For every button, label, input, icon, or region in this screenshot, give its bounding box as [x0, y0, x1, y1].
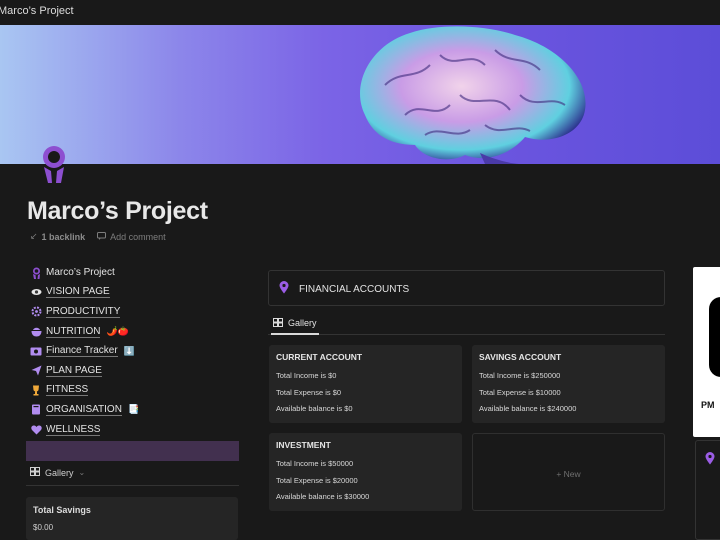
clock-widget[interactable]: PM	[693, 267, 720, 437]
nav-label: ORGANISATION	[46, 403, 122, 416]
nav-label: FITNESS	[46, 384, 89, 397]
trophy-icon	[30, 384, 42, 396]
person-head-icon	[30, 267, 42, 279]
account-card-current[interactable]: CURRENT ACCOUNT Total Income is $0 Total…	[269, 345, 462, 423]
nav-label: NUTRITION	[46, 325, 101, 338]
book-icon	[30, 404, 42, 416]
paper-plane-icon	[30, 365, 42, 377]
nav-item-productivity[interactable]: PRODUCTIVITY	[30, 302, 240, 322]
cover-image[interactable]	[0, 25, 720, 164]
total-savings-card[interactable]: Total Savings $0.00	[26, 497, 238, 540]
financial-accounts-title: FINANCIAL ACCOUNTS	[299, 284, 410, 295]
card-line: Available balance is $30000	[276, 492, 370, 501]
page-meta: ↙ 1 backlink Add comment	[30, 231, 166, 242]
new-card-button[interactable]: + New	[472, 433, 665, 511]
person-head-icon[interactable]	[36, 143, 72, 183]
comment-icon	[97, 231, 107, 242]
bowl-icon	[30, 326, 42, 338]
nav-item-plan-page[interactable]: PLAN PAGE	[30, 361, 240, 381]
savings-title: Total Savings	[33, 505, 91, 515]
new-card-label: + New	[473, 469, 664, 479]
nav-item-finance-tracker[interactable]: Finance Tracker ⬇️	[30, 341, 240, 361]
brain-image	[360, 26, 586, 164]
backlink-label: 1 backlink	[41, 231, 86, 242]
account-card-savings[interactable]: SAVINGS ACCOUNT Total Income is $250000 …	[472, 345, 665, 423]
card-title: INVESTMENT	[276, 440, 331, 450]
page-title[interactable]: Marco’s Project	[27, 197, 208, 226]
clock-digit-shape	[709, 297, 720, 377]
nav-item-nutrition[interactable]: NUTRITION 🌶️🍅	[30, 322, 240, 342]
window-title: Marco’s Project	[0, 5, 74, 17]
nav-item-wellness[interactable]: WELLNESS	[30, 420, 240, 440]
tab-label: Gallery	[288, 318, 317, 328]
gallery-icon	[273, 317, 283, 329]
card-line: Total Income is $250000	[479, 371, 561, 380]
card-line: Total Expense is $0	[276, 388, 342, 397]
gallery-icon	[30, 467, 40, 478]
chevron-down-icon: ⌄	[78, 468, 86, 477]
savings-value: $0.00	[33, 523, 54, 532]
card-line: Available balance is $0	[276, 404, 353, 413]
card-line: Total Income is $0	[276, 371, 337, 380]
clock-period: PM	[701, 400, 715, 410]
nav-label: Marco’s Project	[46, 267, 115, 279]
selected-block-highlight[interactable]	[26, 441, 239, 461]
account-card-investment[interactable]: INVESTMENT Total Income is $50000 Total …	[269, 433, 462, 511]
divider	[26, 485, 239, 486]
savings-view-tab[interactable]: Gallery ⌄	[30, 467, 85, 478]
new-label: New	[563, 469, 581, 479]
plus-icon: +	[556, 469, 562, 479]
card-title: CURRENT ACCOUNT	[276, 352, 363, 362]
nav-emoji: ⬇️	[123, 345, 135, 356]
gallery-label: Gallery	[45, 467, 74, 478]
page-links-list: Marco’s Project VISION PAGE PRODUCTIVITY…	[30, 263, 240, 439]
gear-icon	[30, 306, 42, 318]
eye-icon	[30, 286, 42, 298]
heart-icon	[30, 424, 42, 436]
card-line: Total Income is $50000	[276, 459, 354, 468]
backlink-link[interactable]: ↙ 1 backlink	[30, 231, 85, 242]
card-title: SAVINGS ACCOUNT	[479, 352, 562, 362]
card-line: Total Expense is $20000	[276, 476, 358, 485]
location-pin-icon	[705, 452, 715, 470]
arrow-down-left-icon: ↙	[30, 231, 38, 241]
add-comment-button[interactable]: Add comment	[97, 231, 166, 242]
card-line: Available balance is $240000	[479, 404, 577, 413]
money-icon	[30, 345, 42, 357]
tab-gallery[interactable]: Gallery	[271, 313, 319, 335]
location-pin-icon	[279, 281, 289, 299]
right-callout[interactable]	[695, 440, 720, 540]
database-view-tabs: Gallery	[268, 313, 665, 335]
nav-label: Finance Tracker	[46, 345, 118, 358]
nav-emoji: 🌶️🍅	[106, 326, 129, 337]
nav-item-fitness[interactable]: FITNESS	[30, 381, 240, 401]
nav-emoji: 📑	[127, 404, 140, 415]
nav-item-vision-page[interactable]: VISION PAGE	[30, 283, 240, 303]
nav-item-marcos-project[interactable]: Marco’s Project	[30, 263, 240, 283]
nav-label: VISION PAGE	[46, 286, 110, 299]
nav-label: PLAN PAGE	[46, 364, 102, 377]
add-comment-label: Add comment	[110, 231, 166, 242]
window-titlebar: Marco’s Project	[0, 0, 720, 25]
card-line: Total Expense is $10000	[479, 388, 561, 397]
nav-label: WELLNESS	[46, 423, 101, 436]
nav-item-organisation[interactable]: ORGANISATION 📑	[30, 400, 240, 420]
financial-accounts-callout[interactable]: FINANCIAL ACCOUNTS	[268, 270, 665, 306]
nav-label: PRODUCTIVITY	[46, 305, 121, 318]
